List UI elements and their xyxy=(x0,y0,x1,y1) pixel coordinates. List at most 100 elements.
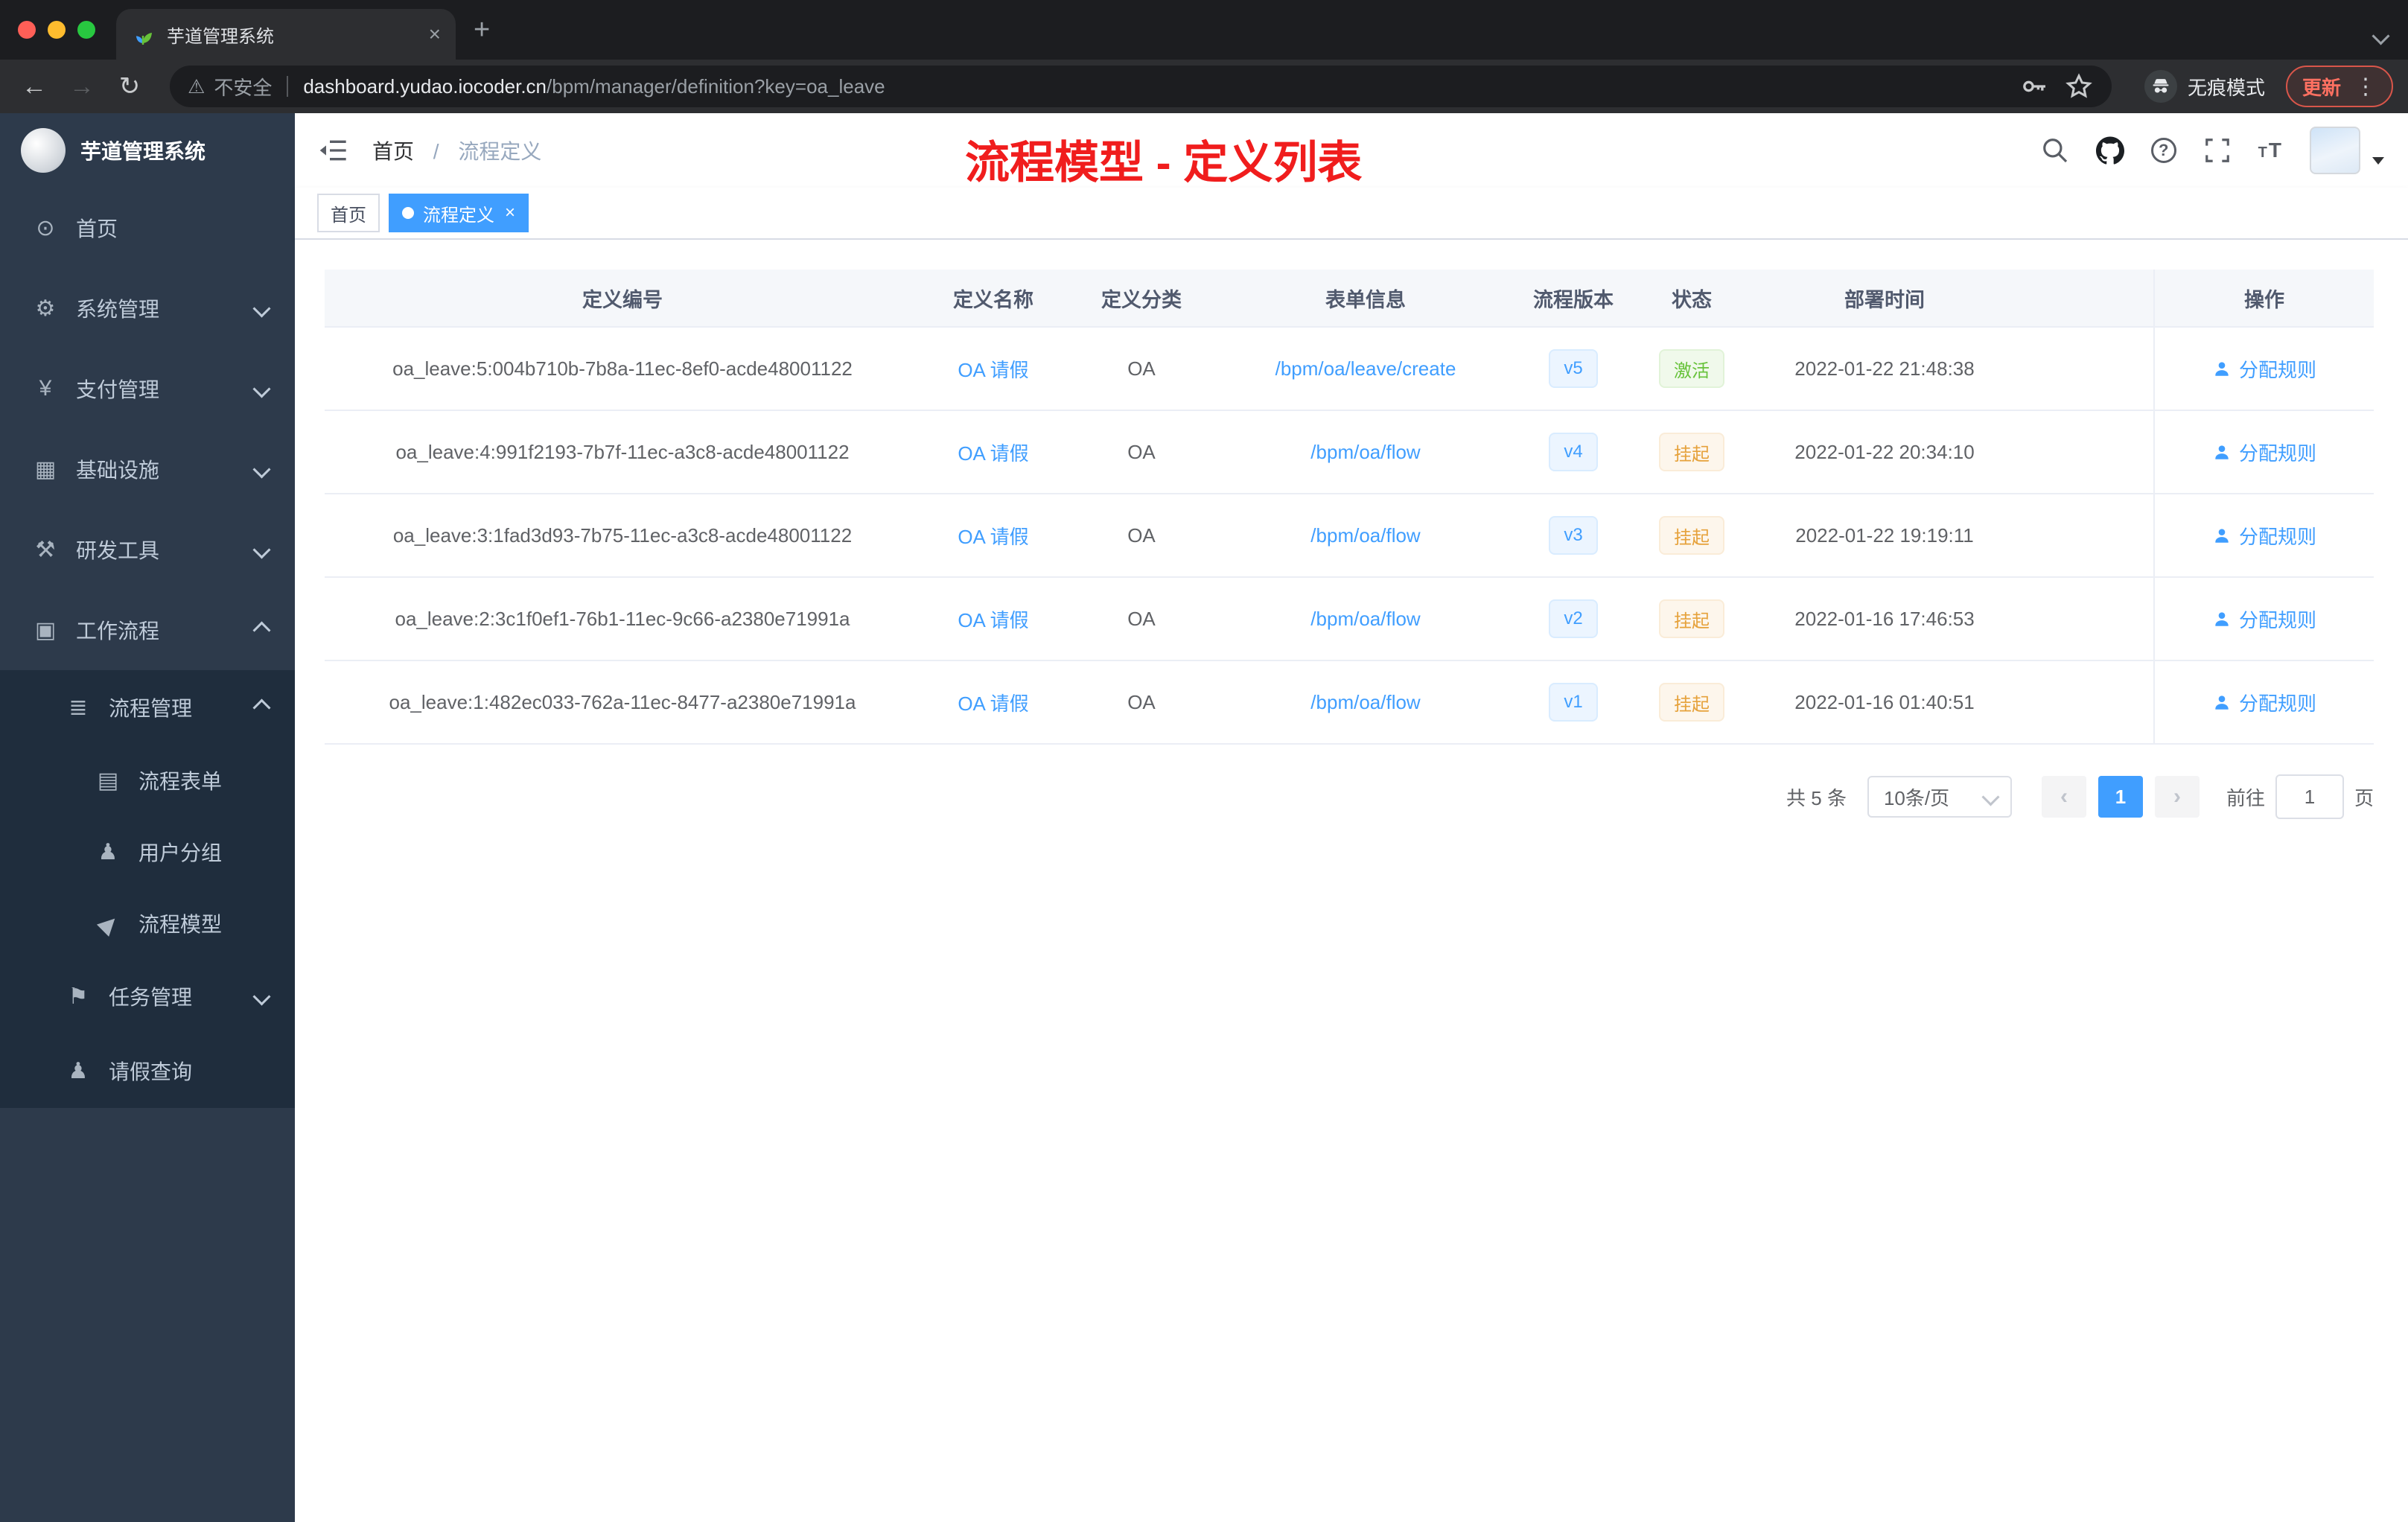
infrastructure-icon: ▦ xyxy=(34,456,57,482)
sidebar-item-home[interactable]: ⊙ 首页 xyxy=(0,188,295,268)
sidebar-item-task-management[interactable]: ⚑ 任务管理 xyxy=(0,959,295,1034)
password-key-icon[interactable] xyxy=(2019,71,2049,101)
chrome-update-button[interactable]: 更新 ⋮ xyxy=(2285,66,2393,107)
collapse-sidebar-icon[interactable] xyxy=(319,136,348,165)
sidebar: 芋道管理系统 ⊙ 首页 ⚙ 系统管理 ¥ 支付管理 ▦ 基础设施 ⚒ 研发工具 … xyxy=(0,113,295,1522)
assign-rule-button[interactable]: 分配规则 xyxy=(2212,522,2316,550)
definition-table: 定义编号 定义名称 定义分类 表单信息 流程版本 状态 部署时间 操作 oa_l… xyxy=(325,270,2374,745)
page-size-select[interactable]: 10条/页 xyxy=(1867,776,2012,818)
definition-name-link[interactable]: OA 请假 xyxy=(958,689,1028,716)
page-number-button[interactable]: 1 xyxy=(2098,776,2143,818)
sidebar-item-label: 研发工具 xyxy=(76,539,160,562)
tag-process-definition[interactable]: 流程定义 × xyxy=(389,194,529,232)
sidebar-item-user-group[interactable]: ♟ 用户分组 xyxy=(0,816,295,888)
column-header: 流程版本 xyxy=(1533,288,1614,311)
back-button[interactable]: ← xyxy=(15,74,54,99)
assign-rule-button[interactable]: 分配规则 xyxy=(2212,605,2316,633)
breadcrumb-separator: / xyxy=(433,140,439,163)
annotation-title: 流程模型 - 定义列表 xyxy=(965,138,1363,188)
sidebar-logo[interactable]: 芋道管理系统 xyxy=(0,113,295,188)
user-avatar[interactable] xyxy=(2310,127,2360,174)
sidebar-item-leave-query[interactable]: ♟ 请假查询 xyxy=(0,1034,295,1108)
person-icon: ♟ xyxy=(68,1058,89,1083)
tag-close-icon[interactable]: × xyxy=(505,204,515,222)
pagination: 共 5 条 10条/页 ‹ 1 › 前往 页 xyxy=(325,774,2374,819)
definition-name-link[interactable]: OA 请假 xyxy=(958,355,1028,383)
tag-label: 首页 xyxy=(331,205,366,226)
form-link[interactable]: /bpm/oa/flow xyxy=(1310,441,1420,464)
sidebar-item-process-form[interactable]: ▤ 流程表单 xyxy=(0,745,295,816)
form-link[interactable]: /bpm/oa/flow xyxy=(1310,608,1420,631)
definition-category: OA xyxy=(1127,607,1156,630)
zoom-window-button[interactable] xyxy=(77,21,95,39)
page-size-value: 10条/页 xyxy=(1883,786,1950,809)
tab-search-chevron-icon[interactable] xyxy=(2372,21,2390,48)
next-page-button[interactable]: › xyxy=(2154,776,2200,818)
status-badge: 激活 xyxy=(1659,349,1724,388)
sidebar-item-process-model[interactable]: ▶ 流程模型 xyxy=(0,888,295,959)
close-window-button[interactable] xyxy=(18,21,36,39)
forward-button[interactable]: → xyxy=(63,74,101,99)
gear-icon: ⚙ xyxy=(35,296,56,321)
column-header: 定义名称 xyxy=(953,288,1033,311)
url-path: /bpm/manager/definition?key=oa_leave xyxy=(547,74,885,98)
definition-name-link[interactable]: OA 请假 xyxy=(958,439,1028,466)
browser-tab[interactable]: 芋道管理系统 × xyxy=(116,9,456,60)
sidebar-item-label: 系统管理 xyxy=(76,298,160,321)
person-icon xyxy=(2215,445,2229,459)
tab-close-icon[interactable]: × xyxy=(429,22,441,46)
help-icon[interactable]: ? xyxy=(2150,138,2176,163)
dashboard-icon: ⊙ xyxy=(36,215,55,241)
breadcrumb-home[interactable]: 首页 xyxy=(372,140,414,163)
chevron-up-icon xyxy=(252,698,271,717)
github-icon[interactable] xyxy=(2095,136,2124,165)
browser-menu-icon[interactable]: ⋮ xyxy=(2354,74,2377,100)
sidebar-item-system[interactable]: ⚙ 系统管理 xyxy=(0,268,295,348)
definition-name-link[interactable]: OA 请假 xyxy=(958,522,1028,550)
sidebar-item-process-management[interactable]: ≣ 流程管理 xyxy=(0,670,295,745)
form-link[interactable]: /bpm/oa/flow xyxy=(1310,691,1420,714)
form-link[interactable]: /bpm/oa/leave/create xyxy=(1275,357,1456,380)
definition-name-link[interactable]: OA 请假 xyxy=(958,605,1028,633)
pagination-total: 共 5 条 xyxy=(1786,786,1847,809)
tag-home[interactable]: 首页 xyxy=(317,194,380,232)
sidebar-item-payment[interactable]: ¥ 支付管理 xyxy=(0,348,295,429)
minimize-window-button[interactable] xyxy=(48,21,66,39)
goto-page-input[interactable] xyxy=(2275,774,2344,819)
reload-button[interactable]: ↻ xyxy=(110,74,149,99)
definition-id: oa_leave:5:004b710b-7b8a-11ec-8ef0-acde4… xyxy=(392,357,853,380)
address-bar[interactable]: ⚠ 不安全 dashboard.yudao.iocoder.cn/bpm/man… xyxy=(170,66,2112,107)
version-badge: v3 xyxy=(1549,516,1598,555)
avatar-caret-icon[interactable] xyxy=(2372,157,2384,165)
prev-page-button[interactable]: ‹ xyxy=(2041,776,2086,818)
sidebar-item-label: 支付管理 xyxy=(76,378,160,401)
deploy-time: 2022-01-16 01:40:51 xyxy=(1794,690,1975,713)
sidebar-item-label: 工作流程 xyxy=(76,620,160,643)
bookmark-star-icon[interactable] xyxy=(2064,71,2094,101)
person-icon xyxy=(2215,362,2229,376)
page-root: 芋道管理系统 × + ← → ↻ ⚠ 不安全 dashboard.yudao.i… xyxy=(0,0,2408,1522)
new-tab-button[interactable]: + xyxy=(474,16,490,44)
assign-rule-button[interactable]: 分配规则 xyxy=(2212,355,2316,383)
chevron-down-icon xyxy=(252,540,271,559)
form-link[interactable]: /bpm/oa/flow xyxy=(1310,524,1420,547)
sidebar-item-workflow[interactable]: ▣ 工作流程 xyxy=(0,590,295,670)
tab-title: 芋道管理系统 xyxy=(167,26,274,47)
url-text[interactable]: dashboard.yudao.iocoder.cn/bpm/manager/d… xyxy=(303,75,885,98)
font-size-icon[interactable]: TT xyxy=(2258,138,2283,162)
deploy-time: 2022-01-22 20:34:10 xyxy=(1794,440,1975,463)
sidebar-item-infrastructure[interactable]: ▦ 基础设施 xyxy=(0,429,295,509)
column-header: 状态 xyxy=(1672,288,1712,311)
fullscreen-icon[interactable] xyxy=(2203,136,2232,165)
search-icon[interactable] xyxy=(2041,136,2069,165)
logo-avatar xyxy=(21,128,66,173)
table-row: oa_leave:3:1fad3d93-7b75-11ec-a3c8-acde4… xyxy=(325,494,2374,578)
not-secure-label[interactable]: 不安全 xyxy=(214,73,272,101)
definition-id: oa_leave:4:991f2193-7b7f-11ec-a3c8-acde4… xyxy=(395,440,850,463)
sidebar-item-devtools[interactable]: ⚒ 研发工具 xyxy=(0,509,295,590)
update-label: 更新 xyxy=(2302,76,2341,99)
chevron-down-icon xyxy=(252,299,271,318)
flag-icon: ⚑ xyxy=(68,984,89,1009)
assign-rule-button[interactable]: 分配规则 xyxy=(2212,439,2316,466)
assign-rule-button[interactable]: 分配规则 xyxy=(2212,689,2316,716)
